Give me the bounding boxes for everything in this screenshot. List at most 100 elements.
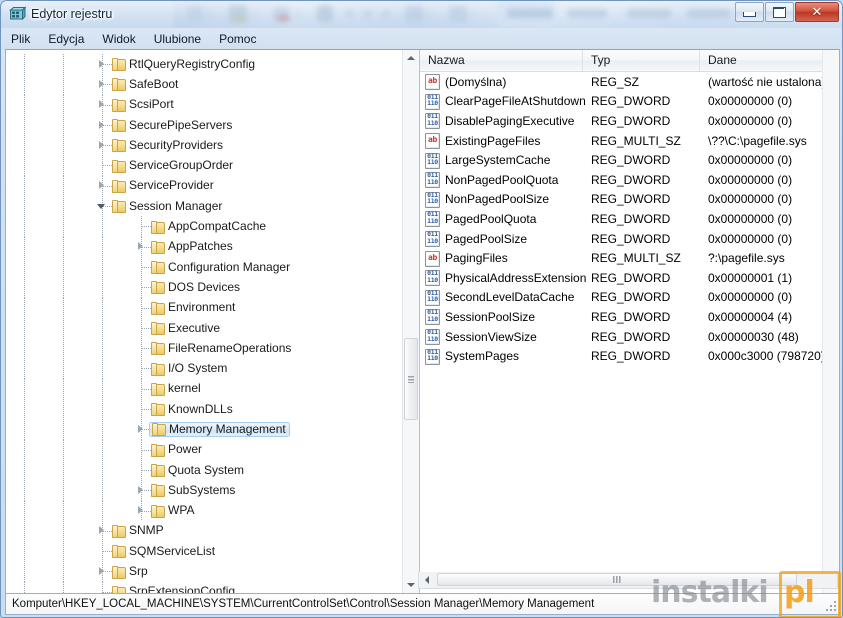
- menu-item-ulubione[interactable]: Ulubione: [145, 30, 210, 48]
- value-type: REG_DWORD: [591, 232, 708, 246]
- value-row[interactable]: 011110DisablePagingExecutiveREG_DWORD0x0…: [420, 111, 839, 131]
- close-button[interactable]: ✕: [795, 2, 839, 22]
- column-header-name[interactable]: Nazwa: [420, 50, 583, 71]
- registry-values-pane[interactable]: Nazwa Typ Dane ab(Domyślna)REG_SZ(wartoś…: [420, 50, 839, 593]
- tree-item-label: I/O System: [164, 362, 227, 375]
- tree-item-appcompatcache[interactable]: AppCompatCache: [6, 216, 402, 236]
- tree-item-configuration-manager[interactable]: Configuration Manager: [6, 257, 402, 277]
- expand-arrow-icon[interactable]: [97, 99, 108, 110]
- value-name: LargeSystemCache: [440, 153, 591, 167]
- value-row[interactable]: 011110NonPagedPoolSizeREG_DWORD0x0000000…: [420, 190, 839, 210]
- tree-item-knowndlls[interactable]: KnownDLLs: [6, 399, 402, 419]
- minimize-button[interactable]: [735, 2, 764, 22]
- tree-item-environment[interactable]: Environment: [6, 298, 402, 318]
- tree-item-quota-system[interactable]: Quota System: [6, 460, 402, 480]
- value-name: DisablePagingExecutive: [440, 114, 591, 128]
- tree-item-snmp[interactable]: SNMP: [6, 521, 402, 541]
- expand-arrow-icon[interactable]: [97, 566, 108, 577]
- value-row[interactable]: 011110SessionPoolSizeREG_DWORD0x00000004…: [420, 307, 839, 327]
- tree-item-content: Executive: [151, 322, 220, 335]
- tree-item-apppatches[interactable]: AppPatches: [6, 237, 402, 257]
- tree-item-label: Srp: [125, 565, 148, 578]
- folder-icon: [151, 241, 164, 253]
- values-horizontal-scrollbar[interactable]: [418, 572, 838, 589]
- tree-guide-line: [24, 95, 25, 115]
- tree-item-content: WPA: [151, 504, 194, 517]
- value-data: 0x00000000 (0): [708, 153, 839, 167]
- tree-item-filerenameoperations[interactable]: FileRenameOperations: [6, 338, 402, 358]
- tree-item-rtlqueryregistryconfig[interactable]: RtlQueryRegistryConfig: [6, 54, 402, 74]
- value-row[interactable]: 011110LargeSystemCacheREG_DWORD0x0000000…: [420, 150, 839, 170]
- expand-arrow-icon[interactable]: [97, 140, 108, 151]
- tree-item-memory-management[interactable]: Memory Management: [6, 419, 402, 439]
- expand-arrow-icon[interactable]: [136, 485, 147, 496]
- title-bar[interactable]: Edytor rejestru ✕: [1, 1, 843, 28]
- expand-arrow-icon[interactable]: [97, 525, 108, 536]
- value-type: REG_DWORD: [591, 212, 708, 226]
- hscroll-left-button[interactable]: [419, 572, 435, 587]
- tree-item-kernel[interactable]: kernel: [6, 379, 402, 399]
- tree-guide-line: [102, 460, 103, 480]
- value-name: PagedPoolSize: [440, 232, 591, 246]
- tree-scrollbar-thumb[interactable]: [404, 338, 418, 420]
- tree-item-subsystems[interactable]: SubSystems: [6, 480, 402, 500]
- tree-item-srpextensionconfig[interactable]: SrpExtensionConfig: [6, 582, 402, 593]
- value-row[interactable]: 011110SecondLevelDataCacheREG_DWORD0x000…: [420, 288, 839, 308]
- value-row[interactable]: 011110SystemPagesREG_DWORD0x000c3000 (79…: [420, 346, 839, 366]
- menu-item-plik[interactable]: Plik: [2, 30, 39, 48]
- expand-arrow-icon[interactable]: [136, 241, 147, 252]
- value-row[interactable]: ab(Domyślna)REG_SZ(wartość nie ustalona): [420, 72, 839, 92]
- tree-item-i-o-system[interactable]: I/O System: [6, 358, 402, 378]
- tree-item-serviceprovider[interactable]: ServiceProvider: [6, 176, 402, 196]
- tree-vertical-scrollbar[interactable]: [402, 50, 419, 593]
- tree-scroll-up-button[interactable]: [403, 50, 419, 66]
- value-row[interactable]: 011110SessionViewSizeREG_DWORD0x00000030…: [420, 327, 839, 347]
- expand-arrow-icon[interactable]: [97, 180, 108, 191]
- tree-item-srp[interactable]: Srp: [6, 561, 402, 581]
- value-row[interactable]: 011110NonPagedPoolQuotaREG_DWORD0x000000…: [420, 170, 839, 190]
- expand-arrow-icon[interactable]: [97, 79, 108, 90]
- column-header-type[interactable]: Typ: [583, 50, 700, 71]
- expand-arrow-icon[interactable]: [136, 424, 147, 435]
- tree-item-wpa[interactable]: WPA: [6, 501, 402, 521]
- value-row[interactable]: abExistingPageFilesREG_MULTI_SZ\??\C:\pa…: [420, 131, 839, 151]
- tree-item-power[interactable]: Power: [6, 440, 402, 460]
- registry-tree-pane[interactable]: RtlQueryRegistryConfigSafeBootScsiPortSe…: [6, 50, 420, 593]
- menu-item-edycja[interactable]: Edycja: [39, 30, 93, 48]
- maximize-button[interactable]: [765, 2, 794, 22]
- folder-icon: [112, 525, 125, 537]
- tree-item-sqmservicelist[interactable]: SQMServiceList: [6, 541, 402, 561]
- tree-guide-line: [142, 409, 151, 410]
- expand-arrow-icon[interactable]: [136, 505, 147, 516]
- tree-item-servicegrouporder[interactable]: ServiceGroupOrder: [6, 155, 402, 175]
- resize-grip[interactable]: [824, 599, 836, 611]
- tree-item-executive[interactable]: Executive: [6, 318, 402, 338]
- menu-bar: PlikEdycjaWidokUlubionePomoc: [2, 28, 843, 49]
- values-vertical-scrollbar[interactable]: [822, 50, 839, 593]
- menu-item-pomoc[interactable]: Pomoc: [210, 30, 265, 48]
- value-row[interactable]: 011110PhysicalAddressExtensionREG_DWORD0…: [420, 268, 839, 288]
- tree-item-dos-devices[interactable]: DOS Devices: [6, 277, 402, 297]
- value-type: REG_DWORD: [591, 349, 708, 363]
- chevron-down-icon: [407, 583, 415, 587]
- tree-guide-line: [142, 348, 151, 349]
- value-name: ExistingPageFiles: [440, 134, 591, 148]
- tree-scroll-down-button[interactable]: [403, 577, 419, 593]
- value-row[interactable]: abPagingFilesREG_MULTI_SZ?:\pagefile.sys: [420, 248, 839, 268]
- value-row[interactable]: 011110PagedPoolQuotaREG_DWORD0x00000000 …: [420, 209, 839, 229]
- tree-item-safeboot[interactable]: SafeBoot: [6, 74, 402, 94]
- value-row[interactable]: 011110PagedPoolSizeREG_DWORD0x00000000 (…: [420, 229, 839, 249]
- tree-item-label: Configuration Manager: [164, 261, 290, 274]
- column-header-data[interactable]: Dane: [700, 50, 839, 71]
- tree-item-scsiport[interactable]: ScsiPort: [6, 95, 402, 115]
- tree-guide-line: [102, 440, 103, 460]
- hscrollbar-thumb[interactable]: [437, 573, 797, 586]
- tree-item-session-manager[interactable]: Session Manager: [6, 196, 402, 216]
- tree-item-securityproviders[interactable]: SecurityProviders: [6, 135, 402, 155]
- expand-arrow-icon[interactable]: [97, 59, 108, 70]
- collapse-arrow-icon[interactable]: [97, 201, 108, 212]
- tree-item-securepipeservers[interactable]: SecurePipeServers: [6, 115, 402, 135]
- value-row[interactable]: 011110ClearPageFileAtShutdownREG_DWORD0x…: [420, 92, 839, 112]
- expand-arrow-icon[interactable]: [97, 120, 108, 131]
- menu-item-widok[interactable]: Widok: [93, 30, 144, 48]
